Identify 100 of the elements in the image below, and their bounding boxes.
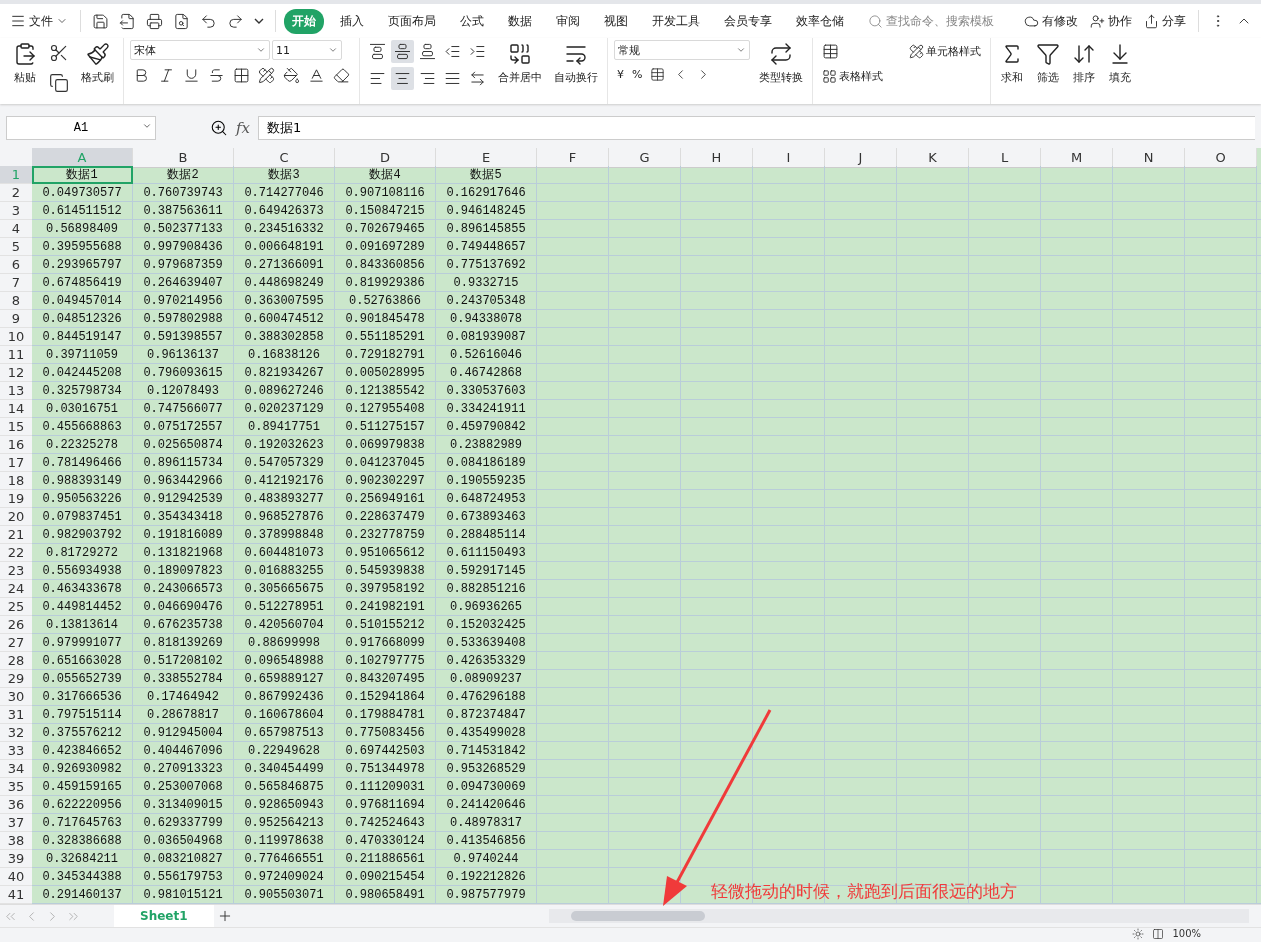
row-header[interactable]: 6 [0,256,32,274]
table-cell: 0.090215454 [335,868,436,886]
row-header[interactable]: 31 [0,706,32,724]
table-cell: 数据4 [335,166,436,184]
column-header[interactable]: E [436,148,537,168]
horizontal-scrollbar[interactable] [549,909,1249,923]
column-header[interactable]: M [1041,148,1113,168]
number-format-dropdown[interactable]: 常规 [614,40,750,60]
row-header[interactable]: 35 [0,778,32,796]
row-header[interactable]: 18 [0,472,32,490]
row-header[interactable]: 17 [0,454,32,472]
row-header[interactable]: 30 [0,688,32,706]
row-header[interactable]: 15 [0,418,32,436]
table-style-button[interactable]: 表格样式 [819,67,984,86]
row-header[interactable]: 4 [0,220,32,238]
row-header[interactable]: 5 [0,238,32,256]
table-cell: 0.614511512 [32,202,133,220]
row-header[interactable]: 13 [0,382,32,400]
merge-button[interactable]: 合并居中 [495,40,545,87]
row-header[interactable]: 37 [0,814,32,832]
row-header[interactable]: 28 [0,652,32,670]
ribbon-tab[interactable]: 公式 [452,8,492,34]
column-header[interactable]: K [897,148,969,168]
percent-button[interactable]: % [629,66,646,83]
row-header[interactable]: 29 [0,670,32,688]
row-header[interactable]: 27 [0,634,32,652]
row-header[interactable]: 39 [0,850,32,868]
row-header[interactable]: 41 [0,886,32,904]
sort-button[interactable]: 排序 [1069,40,1099,87]
row-header[interactable]: 20 [0,508,32,526]
ribbon-tab[interactable]: 插入 [332,8,372,34]
row-header[interactable]: 16 [0,436,32,454]
row-header[interactable]: 9 [0,310,32,328]
table-cell: 0.717645763 [32,814,133,832]
wrap-text-button[interactable]: 自动换行 [551,40,601,87]
row-header[interactable]: 24 [0,580,32,598]
column-header[interactable]: G [609,148,681,168]
toolbar-action[interactable]: 协作 [1086,9,1136,33]
ribbon-tab[interactable]: 页面布局 [380,8,444,34]
file-menu[interactable]: 文件 [6,9,72,33]
column-header[interactable]: D [335,148,436,168]
row-header[interactable]: 36 [0,796,32,814]
toolbar-action[interactable]: 分享 [1140,9,1190,33]
column-header[interactable]: N [1113,148,1185,168]
row-header[interactable]: 40 [0,868,32,886]
table-cell: 0.006648191 [234,238,335,256]
paste-button[interactable]: 粘贴 [10,40,40,87]
row-header[interactable]: 2 [0,184,32,202]
row-header[interactable]: 11 [0,346,32,364]
row-header[interactable]: 33 [0,742,32,760]
table-cell: 0.192032623 [234,436,335,454]
row-header[interactable]: 8 [0,292,32,310]
row-header[interactable]: 38 [0,832,32,850]
align-button[interactable] [391,67,414,90]
name-box[interactable]: A1 [6,116,156,140]
row-header[interactable]: 26 [0,616,32,634]
align-button[interactable] [391,40,414,63]
column-header[interactable]: B [133,148,234,168]
ribbon-tab[interactable]: 开发工具 [644,8,708,34]
row-header[interactable]: 10 [0,328,32,346]
column-header[interactable]: F [537,148,609,168]
row-header[interactable]: 23 [0,562,32,580]
column-header[interactable]: C [234,148,335,168]
table-cell: 0.714277046 [234,184,335,202]
ribbon-tab[interactable]: 会员专享 [716,8,780,34]
ribbon-tab[interactable]: 审阅 [548,8,588,34]
font-dropdown[interactable]: 宋体 [130,40,270,60]
row-header[interactable]: 7 [0,274,32,292]
ribbon-tab[interactable]: 效率仓储 [788,8,852,34]
row-header[interactable]: 21 [0,526,32,544]
column-header[interactable]: O [1185,148,1257,168]
table-cell: 0.9332715 [436,274,537,292]
table-cell: 0.953268529 [436,760,537,778]
formula-field[interactable]: 数据1 [258,116,1255,140]
row-header[interactable]: 14 [0,400,32,418]
column-header[interactable]: H [681,148,753,168]
currency-button[interactable]: ¥ [614,66,627,83]
row-header[interactable]: 32 [0,724,32,742]
filter-button[interactable]: 筛选 [1033,40,1063,87]
convert-button[interactable]: 类型转换 [756,40,806,87]
fill-button[interactable]: 填充 [1105,40,1135,87]
cell-style-button[interactable]: 单元格样式 [906,42,984,61]
row-header[interactable]: 19 [0,490,32,508]
table-cell: 0.629337799 [133,814,234,832]
ribbon-tab[interactable]: 视图 [596,8,636,34]
row-header[interactable]: 12 [0,364,32,382]
search-field[interactable]: 查找命令、搜索模板 [868,12,994,30]
format-painter-button[interactable]: 格式刷 [78,40,117,87]
font-size-dropdown[interactable]: 11 [272,40,342,60]
ribbon-tab[interactable]: 数据 [500,8,540,34]
row-header[interactable]: 25 [0,598,32,616]
function-label[interactable]: fx [236,119,250,137]
sum-button[interactable]: 求和 [997,40,1027,87]
column-header[interactable]: I [753,148,825,168]
column-header[interactable]: J [825,148,897,168]
toolbar-action[interactable]: 有修改 [1020,9,1082,33]
column-header[interactable]: L [969,148,1041,168]
row-header[interactable]: 34 [0,760,32,778]
row-header[interactable]: 3 [0,202,32,220]
row-header[interactable]: 22 [0,544,32,562]
